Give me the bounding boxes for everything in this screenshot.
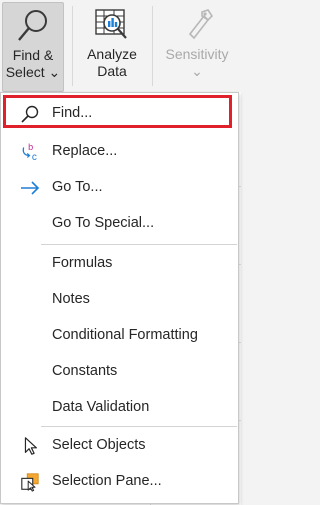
menu-item-label: Notes	[52, 291, 90, 307]
menu-item-label: Constants	[52, 363, 118, 379]
cursor-arrow-icon	[24, 437, 37, 455]
ribbon-divider	[72, 6, 73, 86]
sensitivity-icon	[188, 9, 214, 40]
find-select-button[interactable]: Find & Select ⌄	[2, 2, 64, 92]
menu-item-replace[interactable]: b c Replace...	[1, 135, 238, 169]
menu-item-label: Selection Pane...	[52, 473, 162, 489]
menu-item-label: Go To Special...	[52, 215, 155, 231]
menu-separator	[41, 426, 237, 427]
chevron-down-icon: ⌄	[191, 63, 203, 79]
analyze-label-1: Analyze	[87, 46, 137, 62]
menu-item-constants[interactable]: Constants	[1, 355, 238, 389]
selection-pane-icon	[21, 473, 39, 492]
menu-item-goto[interactable]: Go To...	[1, 171, 238, 205]
menu-item-label: Replace...	[52, 143, 118, 159]
menu-item-selection-pane[interactable]: Selection Pane...	[1, 465, 238, 499]
find-item-highlight-box	[3, 95, 232, 128]
find-select-label-1: Find &	[12, 47, 54, 63]
replace-icon: b c	[22, 142, 37, 162]
find-select-menu: Find... b c Replace... Go To... Go To Sp…	[0, 92, 239, 504]
menu-item-label: Go To...	[52, 179, 103, 195]
menu-item-label: Data Validation	[52, 399, 150, 415]
analyze-label-2: Data	[97, 63, 127, 79]
find-select-label-2: Select ⌄	[5, 64, 61, 80]
analyze-data-icon	[95, 9, 127, 39]
menu-item-label: Formulas	[52, 255, 113, 271]
svg-text:b: b	[28, 142, 33, 152]
menu-item-select-objects[interactable]: Select Objects	[1, 429, 238, 463]
menu-item-notes[interactable]: Notes	[1, 283, 238, 317]
svg-text:c: c	[32, 152, 37, 162]
sensitivity-label: Sensitivity	[165, 46, 229, 62]
arrow-right-icon	[21, 181, 40, 195]
magnifier-icon	[18, 10, 47, 41]
chevron-down-icon: ⌄	[48, 64, 61, 80]
menu-item-label: Conditional Formatting	[52, 327, 198, 343]
menu-item-conditional-formatting[interactable]: Conditional Formatting	[1, 319, 238, 353]
menu-item-goto-special[interactable]: Go To Special...	[1, 207, 238, 241]
menu-item-formulas[interactable]: Formulas	[1, 247, 238, 281]
menu-item-data-validation[interactable]: Data Validation	[1, 391, 238, 425]
sensitivity-button[interactable]: Sensitivity ⌄	[158, 2, 236, 90]
ribbon-divider	[152, 6, 153, 86]
menu-item-label: Select Objects	[52, 437, 146, 453]
ribbon: Find & Select ⌄ Analyze Data Sensitivity	[0, 0, 241, 92]
analyze-data-button[interactable]: Analyze Data	[80, 2, 144, 90]
menu-separator	[41, 244, 237, 245]
